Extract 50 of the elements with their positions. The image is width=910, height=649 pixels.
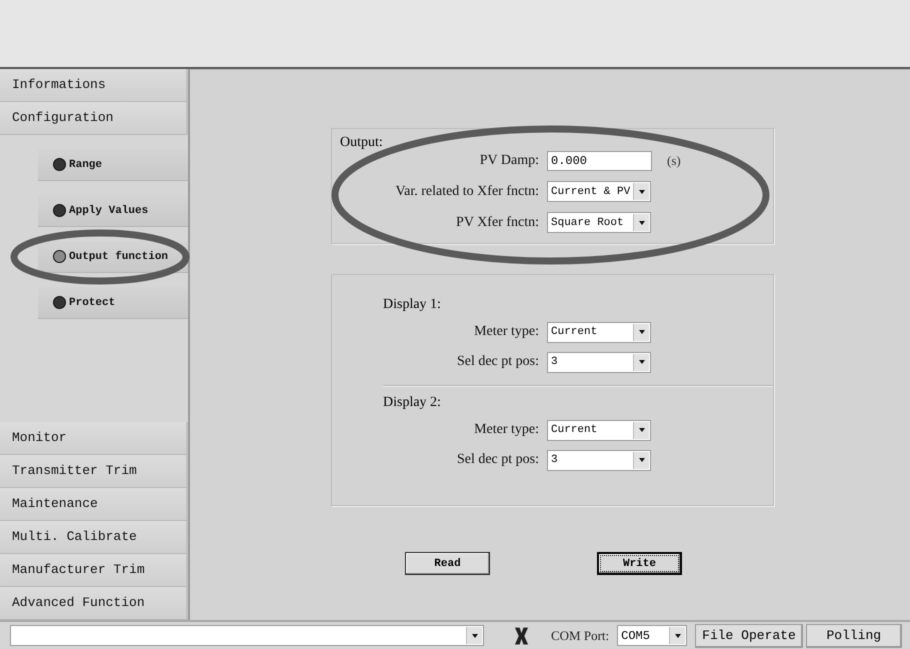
group-title: Output: — [340, 135, 384, 151]
port-label: COM Port: — [551, 628, 610, 644]
sidebar-item[interactable]: Advanced Function — [0, 587, 188, 620]
dropdown[interactable]: Square Root — [547, 212, 651, 233]
field-label: Meter type: — [473, 422, 539, 438]
sidebar-subitem[interactable]: Range — [38, 149, 188, 181]
dropdown-arrow-icon — [638, 330, 644, 334]
dropdown-arrow-icon — [638, 190, 644, 194]
dropdown[interactable]: Current — [547, 322, 651, 342]
dropdown-arrow-icon — [638, 428, 644, 432]
dropdown-arrow-icon — [638, 220, 644, 224]
dropdown-arrow-icon — [638, 360, 644, 364]
status-led-icon — [53, 158, 66, 171]
sidebar-item[interactable]: Manufacturer Trim — [0, 554, 188, 587]
port-dropdown[interactable]: COM5 — [617, 625, 688, 646]
sidebar-item[interactable]: Maintenance — [0, 488, 188, 521]
field-label: Sel dec pt pos: — [456, 452, 539, 468]
action-button[interactable]: Write — [597, 552, 682, 575]
action-button[interactable]: Read — [405, 552, 490, 575]
status-led-icon — [53, 250, 66, 263]
field-label: PV Xfer fnctn: — [455, 214, 539, 230]
status-led-icon — [53, 204, 66, 217]
message-dropdown[interactable] — [10, 625, 484, 646]
sidebar-subitem[interactable]: Apply Values — [38, 195, 188, 227]
toolbar-button[interactable]: Polling — [806, 624, 902, 648]
field-label: Meter type: — [473, 324, 539, 340]
sidebar-item[interactable]: Monitor — [0, 422, 188, 455]
dropdown[interactable]: Current — [547, 420, 651, 440]
sidebar-item[interactable]: Configuration — [0, 102, 188, 135]
field-label: Var. related to Xfer fnctn: — [394, 184, 539, 200]
sidebar-item[interactable]: Multi. Calibrate — [0, 521, 188, 554]
dropdown-arrow-icon — [638, 458, 644, 462]
toolbar-button[interactable]: File Operate — [695, 624, 803, 648]
unit-label: (s) — [667, 152, 681, 168]
field-label: PV Damp: — [478, 152, 539, 168]
dropdown[interactable]: 3 — [547, 352, 651, 372]
cross-icon[interactable] — [514, 626, 529, 646]
status-led-icon — [53, 296, 66, 309]
sidebar-item[interactable]: Informations — [0, 69, 188, 102]
sidebar-subitem[interactable]: Output function — [38, 241, 188, 273]
dropdown[interactable]: 3 — [547, 450, 651, 470]
dropdown[interactable]: Current & PV — [547, 181, 651, 202]
field-label: Sel dec pt pos: — [456, 354, 539, 370]
sidebar-item[interactable]: Transmitter Trim — [0, 455, 188, 488]
section-title: Display 2: — [383, 395, 442, 411]
sidebar-subitem[interactable]: Protect — [38, 287, 188, 319]
section-title: Display 1: — [383, 297, 442, 313]
text-field[interactable]: 0.000 — [547, 150, 652, 170]
dropdown-arrow-icon — [674, 634, 681, 638]
dropdown-arrow-icon — [472, 634, 478, 638]
